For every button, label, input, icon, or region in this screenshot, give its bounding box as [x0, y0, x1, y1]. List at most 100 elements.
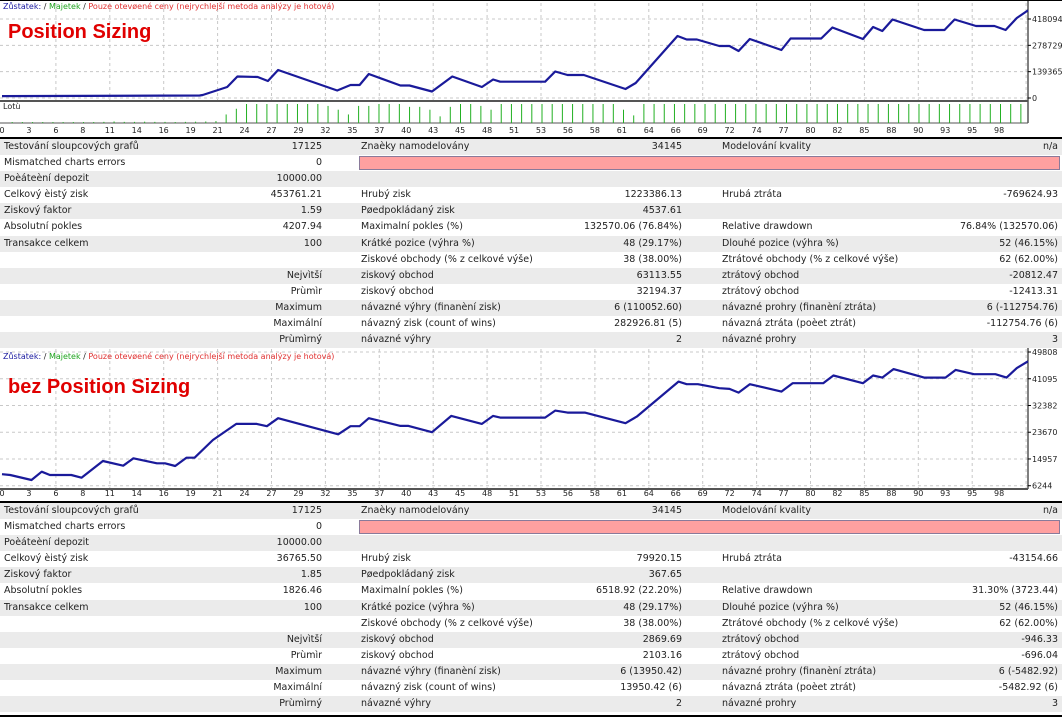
x-tick-label: 56	[563, 489, 573, 498]
stat-value: Prùmìrný	[279, 334, 322, 346]
x-tick-label: 45	[455, 489, 465, 498]
stat-label: Poèáteèní depozit	[4, 537, 90, 549]
y-tick-label: 32382	[1032, 401, 1057, 410]
stat-label: Znaèky namodelovány	[361, 141, 470, 152]
stat-value: Maximální	[273, 318, 322, 330]
stat-value: 4207.94	[282, 221, 322, 233]
balance-chart-position-sizing: 418094 278729 139365 0 0 3 6 8 11 14 16 19 21 24 27 29 3…	[0, 0, 1062, 137]
stat-value: 6 (110052.60)	[614, 301, 682, 313]
stats-row: Prùmìr ziskový obchod 32194.37 ztrátový obc…	[0, 283, 1062, 300]
stat-label: Ziskové obchody (% z celkové výše)	[361, 253, 533, 265]
x-tick-label: 95	[967, 489, 977, 498]
stat-label: ziskový obchod	[361, 285, 434, 297]
stat-label: návazné prohry (finanèní ztráta)	[722, 665, 877, 677]
x-tick-label: 80	[805, 126, 815, 135]
x-tick-label: 21	[213, 126, 223, 135]
stat-label: Relative drawdown	[722, 585, 813, 597]
legend-separator: /	[83, 352, 86, 361]
stats-row: Testování sloupcových grafů 17125 Znaèky n…	[0, 503, 1062, 520]
stats-row: Ziskový faktor 1.59 Pøedpokládaný zisk 4537…	[0, 203, 1062, 220]
stat-label: ziskový obchod	[361, 269, 434, 281]
stat-value: 2	[675, 334, 682, 346]
stats-row: Prùmìr ziskový obchod 2103.16 ztrátový obch…	[0, 647, 1062, 664]
x-tick-label: 21	[213, 489, 223, 498]
stat-value: -946.33	[1021, 633, 1058, 645]
x-tick-label: 19	[186, 489, 196, 498]
x-tick-label: 80	[805, 489, 815, 498]
x-tick-label: 19	[186, 126, 196, 135]
x-tick-label: 61	[617, 489, 627, 498]
stat-value: 62 (62.00%)	[999, 253, 1058, 265]
x-tick-label: 3	[26, 489, 31, 498]
chart-title: Position Sizing	[8, 21, 152, 43]
legend-separator: /	[43, 2, 47, 11]
y-tick-label: 418094	[1032, 15, 1062, 24]
stat-value: 79920.15	[636, 553, 682, 565]
legend-balance: Zůstatek:	[3, 2, 42, 11]
stat-label: ztrátový obchod	[722, 649, 800, 661]
stat-value: 2	[675, 698, 682, 710]
x-tick-label: 51	[509, 489, 519, 498]
stats-row: Nejvìtší ziskový obchod 63113.55 ztrátový o…	[0, 267, 1062, 284]
stats-row: Transakce celkem 100 Krátké pozice (výhra …	[0, 235, 1062, 252]
x-tick-label: 11	[105, 489, 115, 498]
stat-value: Maximum	[275, 301, 322, 313]
x-tick-label: 6	[53, 489, 58, 498]
stat-value: Nejvìtší	[286, 633, 322, 645]
y-tick-label: 6244	[1032, 482, 1052, 491]
x-tick-label: 0	[0, 489, 5, 498]
stats-row: Maximum návazné výhry (finanèní zisk) 6 (1…	[0, 299, 1062, 317]
stat-value: 10000.00	[276, 537, 322, 549]
stats-row: Ziskové obchody (% z celkové výše) 38 (38…	[0, 251, 1062, 268]
stat-label: Celkový èistý zisk	[4, 189, 89, 201]
stat-label: Modelování kvality	[722, 505, 812, 516]
x-tick-label: 29	[293, 126, 303, 135]
stat-value: 10000.00	[276, 173, 322, 185]
stat-value: 0	[315, 157, 322, 169]
stat-label: Relative drawdown	[722, 221, 813, 233]
stat-label: návazné prohry (finanèní ztráta)	[722, 301, 877, 313]
stat-label: návazný zisk (count of wins)	[361, 682, 496, 694]
x-tick-label: 90	[913, 489, 923, 498]
x-tick-label: 14	[132, 489, 142, 498]
x-tick-label: 98	[994, 126, 1004, 135]
stat-label: Poèáteèní depozit	[4, 173, 90, 185]
stat-label: návazné prohry	[722, 698, 797, 710]
x-tick-label: 11	[105, 126, 115, 135]
x-tick-label: 29	[293, 489, 303, 498]
stat-value: Prùmìr	[290, 649, 322, 661]
stat-label: Transakce celkem	[4, 601, 89, 613]
x-tick-label: 37	[374, 489, 384, 498]
stat-label: návazné výhry	[361, 334, 431, 346]
x-tick-label: 53	[536, 489, 546, 498]
x-tick-label: 27	[266, 126, 276, 135]
x-tick-label: 40	[401, 489, 411, 498]
x-tick-label: 14	[132, 126, 142, 135]
x-tick-label: 8	[80, 126, 85, 135]
legend-balance: Zůstatek:	[3, 352, 42, 361]
stat-value: 48 (29.17%)	[623, 237, 682, 249]
x-tick-label: 48	[482, 126, 492, 135]
stat-label: ztrátový obchod	[722, 269, 800, 281]
stat-value: 17125	[291, 141, 322, 152]
stat-label: Krátké pozice (výhra %)	[361, 237, 475, 249]
stat-label: Absolutní pokles	[4, 585, 83, 597]
legend-equity: Majetek	[48, 352, 81, 361]
stat-value: 2103.16	[642, 649, 682, 661]
stat-value: 17125	[291, 505, 322, 516]
stat-label: návazná ztráta (poèet ztrát)	[722, 318, 856, 330]
stat-value: n/a	[1042, 505, 1058, 516]
stat-label: Pøedpokládaný zisk	[361, 205, 455, 217]
stat-value: 36765.50	[276, 553, 322, 565]
mismatch-error-bar	[359, 156, 1060, 171]
stat-value: 38 (38.00%)	[623, 617, 682, 629]
stat-label: Celkový èistý zisk	[4, 553, 89, 565]
stats-row: Prùmìrný návazné výhry 2 návazné prohry 3	[0, 696, 1062, 713]
stat-value: 38 (38.00%)	[623, 253, 682, 265]
x-tick-label: 85	[859, 489, 869, 498]
stat-label: Pøedpokládaný zisk	[361, 569, 455, 581]
y-tick-label: 278729	[1032, 41, 1062, 50]
stat-label: Mismatched charts errors	[4, 157, 126, 169]
stat-value: -112754.76 (6)	[986, 318, 1058, 330]
stats-row: Testování sloupcových grafů 17125 Znaèky n…	[0, 139, 1062, 156]
